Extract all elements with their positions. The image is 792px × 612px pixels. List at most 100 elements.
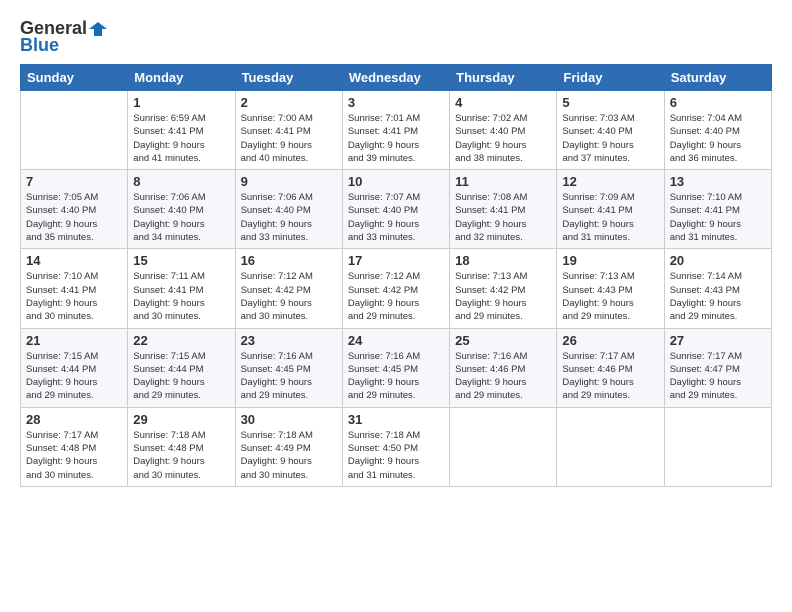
day-number: 18	[455, 253, 551, 268]
calendar-day-cell: 27Sunrise: 7:17 AM Sunset: 4:47 PM Dayli…	[664, 328, 771, 407]
weekday-header: Saturday	[664, 65, 771, 91]
day-number: 26	[562, 333, 658, 348]
calendar-week-row: 7Sunrise: 7:05 AM Sunset: 4:40 PM Daylig…	[21, 170, 772, 249]
calendar-day-cell: 30 Sunrise: 7:18 AM Sunset: 4:49 PM Dayli…	[235, 407, 342, 486]
calendar-week-row: 14 Sunrise: 7:10 AM Sunset: 4:41 PM Dayli…	[21, 249, 772, 328]
day-number: 21	[26, 333, 122, 348]
calendar-day-cell	[21, 91, 128, 170]
day-number: 19	[562, 253, 658, 268]
calendar-day-cell: 3 Sunrise: 7:01 AM Sunset: 4:41 PM Daylig…	[342, 91, 449, 170]
calendar-day-cell: 28 Sunrise: 7:17 AM Sunset: 4:48 PM Dayli…	[21, 407, 128, 486]
calendar-day-cell: 17Sunrise: 7:12 AM Sunset: 4:42 PM Dayli…	[342, 249, 449, 328]
calendar-day-cell: 4 Sunrise: 7:02 AM Sunset: 4:40 PM Daylig…	[450, 91, 557, 170]
calendar-day-cell: 7Sunrise: 7:05 AM Sunset: 4:40 PM Daylig…	[21, 170, 128, 249]
day-info: Sunrise: 7:16 AM Sunset: 4:46 PM Dayligh…	[455, 350, 551, 403]
day-info: Sunrise: 7:15 AM Sunset: 4:44 PM Dayligh…	[26, 350, 122, 403]
calendar-day-cell: 2 Sunrise: 7:00 AM Sunset: 4:41 PM Daylig…	[235, 91, 342, 170]
day-number: 8	[133, 174, 229, 189]
calendar-day-cell: 8 Sunrise: 7:06 AM Sunset: 4:40 PM Daylig…	[128, 170, 235, 249]
calendar-day-cell: 19 Sunrise: 7:13 AM Sunset: 4:43 PM Dayli…	[557, 249, 664, 328]
calendar-day-cell: 31 Sunrise: 7:18 AM Sunset: 4:50 PM Dayli…	[342, 407, 449, 486]
logo-blue-text: Blue	[20, 35, 59, 56]
calendar-day-cell	[557, 407, 664, 486]
day-number: 12	[562, 174, 658, 189]
day-info: Sunrise: 7:10 AM Sunset: 4:41 PM Dayligh…	[670, 191, 766, 244]
day-info: Sunrise: 7:12 AM Sunset: 4:42 PM Dayligh…	[241, 270, 337, 323]
weekday-header: Tuesday	[235, 65, 342, 91]
logo: General Blue	[20, 18, 107, 56]
day-info: Sunrise: 7:11 AM Sunset: 4:41 PM Dayligh…	[133, 270, 229, 323]
day-number: 31	[348, 412, 444, 427]
day-info: Sunrise: 7:10 AM Sunset: 4:41 PM Dayligh…	[26, 270, 122, 323]
day-number: 2	[241, 95, 337, 110]
calendar-day-cell: 23 Sunrise: 7:16 AM Sunset: 4:45 PM Dayli…	[235, 328, 342, 407]
day-number: 30	[241, 412, 337, 427]
calendar-day-cell: 12 Sunrise: 7:09 AM Sunset: 4:41 PM Dayli…	[557, 170, 664, 249]
day-info: Sunrise: 7:17 AM Sunset: 4:48 PM Dayligh…	[26, 429, 122, 482]
day-info: Sunrise: 7:12 AM Sunset: 4:42 PM Dayligh…	[348, 270, 444, 323]
day-info: Sunrise: 7:18 AM Sunset: 4:50 PM Dayligh…	[348, 429, 444, 482]
day-number: 3	[348, 95, 444, 110]
day-info: Sunrise: 7:06 AM Sunset: 4:40 PM Dayligh…	[133, 191, 229, 244]
calendar-day-cell: 22 Sunrise: 7:15 AM Sunset: 4:44 PM Dayli…	[128, 328, 235, 407]
day-info: Sunrise: 7:16 AM Sunset: 4:45 PM Dayligh…	[348, 350, 444, 403]
day-number: 16	[241, 253, 337, 268]
calendar-day-cell: 9Sunrise: 7:06 AM Sunset: 4:40 PM Daylig…	[235, 170, 342, 249]
calendar-day-cell: 11Sunrise: 7:08 AM Sunset: 4:41 PM Dayli…	[450, 170, 557, 249]
day-info: Sunrise: 7:02 AM Sunset: 4:40 PM Dayligh…	[455, 112, 551, 165]
calendar-day-cell: 20Sunrise: 7:14 AM Sunset: 4:43 PM Dayli…	[664, 249, 771, 328]
day-info: Sunrise: 7:14 AM Sunset: 4:43 PM Dayligh…	[670, 270, 766, 323]
weekday-header: Friday	[557, 65, 664, 91]
page-container: General Blue SundayMondayTuesdayWednesda…	[0, 0, 792, 497]
day-number: 10	[348, 174, 444, 189]
calendar-table: SundayMondayTuesdayWednesdayThursdayFrid…	[20, 64, 772, 487]
calendar-day-cell: 13 Sunrise: 7:10 AM Sunset: 4:41 PM Dayli…	[664, 170, 771, 249]
day-number: 27	[670, 333, 766, 348]
day-info: Sunrise: 7:03 AM Sunset: 4:40 PM Dayligh…	[562, 112, 658, 165]
calendar-day-cell: 25 Sunrise: 7:16 AM Sunset: 4:46 PM Dayli…	[450, 328, 557, 407]
day-info: Sunrise: 7:17 AM Sunset: 4:46 PM Dayligh…	[562, 350, 658, 403]
day-info: Sunrise: 7:18 AM Sunset: 4:48 PM Dayligh…	[133, 429, 229, 482]
calendar-header-row: SundayMondayTuesdayWednesdayThursdayFrid…	[21, 65, 772, 91]
calendar-day-cell	[664, 407, 771, 486]
calendar-week-row: 28 Sunrise: 7:17 AM Sunset: 4:48 PM Dayli…	[21, 407, 772, 486]
day-info: Sunrise: 7:13 AM Sunset: 4:43 PM Dayligh…	[562, 270, 658, 323]
day-info: Sunrise: 7:15 AM Sunset: 4:44 PM Dayligh…	[133, 350, 229, 403]
day-info: Sunrise: 7:00 AM Sunset: 4:41 PM Dayligh…	[241, 112, 337, 165]
day-number: 24	[348, 333, 444, 348]
weekday-header: Thursday	[450, 65, 557, 91]
calendar-day-cell: 18Sunrise: 7:13 AM Sunset: 4:42 PM Dayli…	[450, 249, 557, 328]
day-info: Sunrise: 7:16 AM Sunset: 4:45 PM Dayligh…	[241, 350, 337, 403]
calendar-week-row: 1Sunrise: 6:59 AM Sunset: 4:41 PM Daylig…	[21, 91, 772, 170]
calendar-week-row: 21 Sunrise: 7:15 AM Sunset: 4:44 PM Dayli…	[21, 328, 772, 407]
calendar-day-cell	[450, 407, 557, 486]
day-info: Sunrise: 7:09 AM Sunset: 4:41 PM Dayligh…	[562, 191, 658, 244]
day-number: 9	[241, 174, 337, 189]
calendar-day-cell: 24 Sunrise: 7:16 AM Sunset: 4:45 PM Dayli…	[342, 328, 449, 407]
day-number: 28	[26, 412, 122, 427]
calendar-day-cell: 6Sunrise: 7:04 AM Sunset: 4:40 PM Daylig…	[664, 91, 771, 170]
weekday-header: Sunday	[21, 65, 128, 91]
day-number: 4	[455, 95, 551, 110]
header: General Blue	[20, 18, 772, 56]
calendar-day-cell: 5Sunrise: 7:03 AM Sunset: 4:40 PM Daylig…	[557, 91, 664, 170]
day-number: 14	[26, 253, 122, 268]
calendar-day-cell: 21 Sunrise: 7:15 AM Sunset: 4:44 PM Dayli…	[21, 328, 128, 407]
calendar-day-cell: 26 Sunrise: 7:17 AM Sunset: 4:46 PM Dayli…	[557, 328, 664, 407]
day-number: 25	[455, 333, 551, 348]
day-number: 23	[241, 333, 337, 348]
calendar-day-cell: 14 Sunrise: 7:10 AM Sunset: 4:41 PM Dayli…	[21, 249, 128, 328]
logo-bird-icon	[89, 20, 107, 38]
day-info: Sunrise: 7:18 AM Sunset: 4:49 PM Dayligh…	[241, 429, 337, 482]
weekday-header: Monday	[128, 65, 235, 91]
day-number: 22	[133, 333, 229, 348]
calendar-day-cell: 16 Sunrise: 7:12 AM Sunset: 4:42 PM Dayli…	[235, 249, 342, 328]
day-number: 29	[133, 412, 229, 427]
day-number: 7	[26, 174, 122, 189]
day-info: Sunrise: 7:04 AM Sunset: 4:40 PM Dayligh…	[670, 112, 766, 165]
calendar-day-cell: 10 Sunrise: 7:07 AM Sunset: 4:40 PM Dayli…	[342, 170, 449, 249]
day-info: Sunrise: 7:07 AM Sunset: 4:40 PM Dayligh…	[348, 191, 444, 244]
day-number: 13	[670, 174, 766, 189]
day-info: Sunrise: 7:01 AM Sunset: 4:41 PM Dayligh…	[348, 112, 444, 165]
day-info: Sunrise: 6:59 AM Sunset: 4:41 PM Dayligh…	[133, 112, 229, 165]
